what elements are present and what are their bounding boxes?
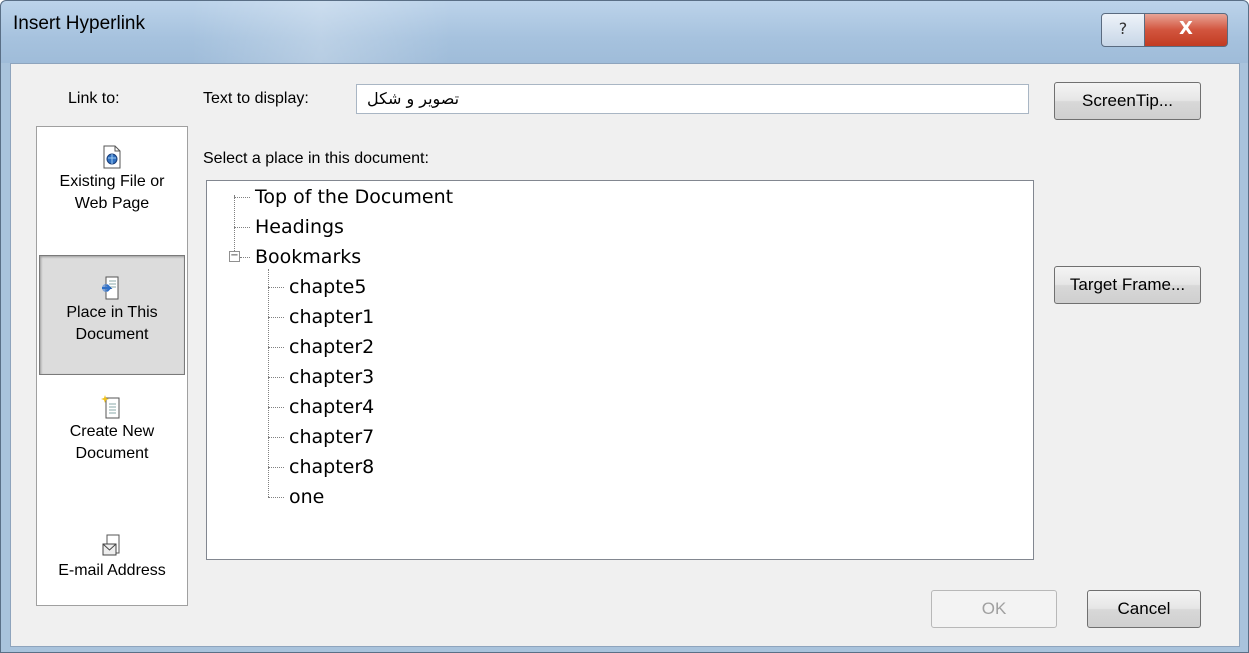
tree-connector [268,317,284,318]
tree-connector [240,257,250,258]
link-create-new-document[interactable]: Create New Document [39,395,185,465]
tree-connector [234,227,250,228]
close-button[interactable]: X [1144,13,1228,47]
bookmark-item[interactable]: chapter2 [289,335,374,359]
tree-connector [268,269,269,497]
close-icon: X [1179,18,1193,39]
link-email-address-label: E-mail Address [58,562,166,579]
tree-node-headings[interactable]: Headings [255,215,344,239]
cancel-button[interactable]: Cancel [1087,590,1201,628]
tree-connector [268,347,284,348]
tree-connector [234,197,250,198]
link-to-bar: Existing File or Web Page Place in This … [36,126,188,606]
bookmark-item[interactable]: chapter7 [289,425,374,449]
link-create-new-line1: Create New [69,423,155,440]
link-place-in-document[interactable]: Place in This Document [39,255,185,375]
dialog-client-area: Link to: Existing File or Web Page Place… [10,63,1240,647]
ok-button[interactable]: OK [931,590,1057,628]
title-bar-glass [191,1,451,63]
tree-connector [268,497,284,498]
window-title: Insert Hyperlink [13,13,145,34]
bookmark-item[interactable]: chapter3 [289,365,374,389]
link-existing-file-line2: Web Page [74,195,150,212]
tree-connector [268,467,284,468]
tree-node-bookmarks[interactable]: Bookmarks [255,245,361,269]
link-to-label: Link to: [68,90,120,107]
web-page-icon [101,145,123,169]
email-icon [101,534,123,558]
document-place-tree[interactable]: Top of the Document Headings − Bookmarks… [206,180,1034,560]
tree-connector [268,287,284,288]
help-button[interactable]: ? [1101,13,1145,47]
tree-connector [268,437,284,438]
link-existing-file-line1: Existing File or [59,173,165,190]
tree-connector [234,195,235,255]
bookmark-item[interactable]: one [289,485,324,509]
tree-connector [268,407,284,408]
link-existing-file[interactable]: Existing File or Web Page [39,145,185,215]
target-frame-button[interactable]: Target Frame... [1054,266,1201,304]
bookmark-item[interactable]: chapter8 [289,455,374,479]
collapse-bookmarks-icon[interactable]: − [229,251,240,262]
link-place-in-document-line2: Document [75,326,149,343]
tree-connector [268,377,284,378]
text-to-display-input[interactable]: تصویر و شکل [356,84,1029,114]
insert-hyperlink-dialog: Insert Hyperlink ? X Link to: Existing F… [0,0,1249,653]
bookmark-item[interactable]: chapter4 [289,395,374,419]
help-icon: ? [1118,19,1128,38]
link-place-in-document-line1: Place in This [66,304,158,321]
select-place-label: Select a place in this document: [203,150,429,167]
text-to-display-label: Text to display: [203,90,309,107]
bookmark-item[interactable]: chapte5 [289,275,366,299]
new-document-icon [101,395,123,419]
link-create-new-line2: Document [75,445,149,462]
title-bar[interactable]: Insert Hyperlink ? X [1,1,1248,63]
bookmark-item[interactable]: chapter1 [289,305,374,329]
link-email-address[interactable]: E-mail Address [39,534,185,582]
place-in-document-icon [101,276,123,300]
screentip-button[interactable]: ScreenTip... [1054,82,1201,120]
tree-node-top-of-document[interactable]: Top of the Document [255,185,453,209]
